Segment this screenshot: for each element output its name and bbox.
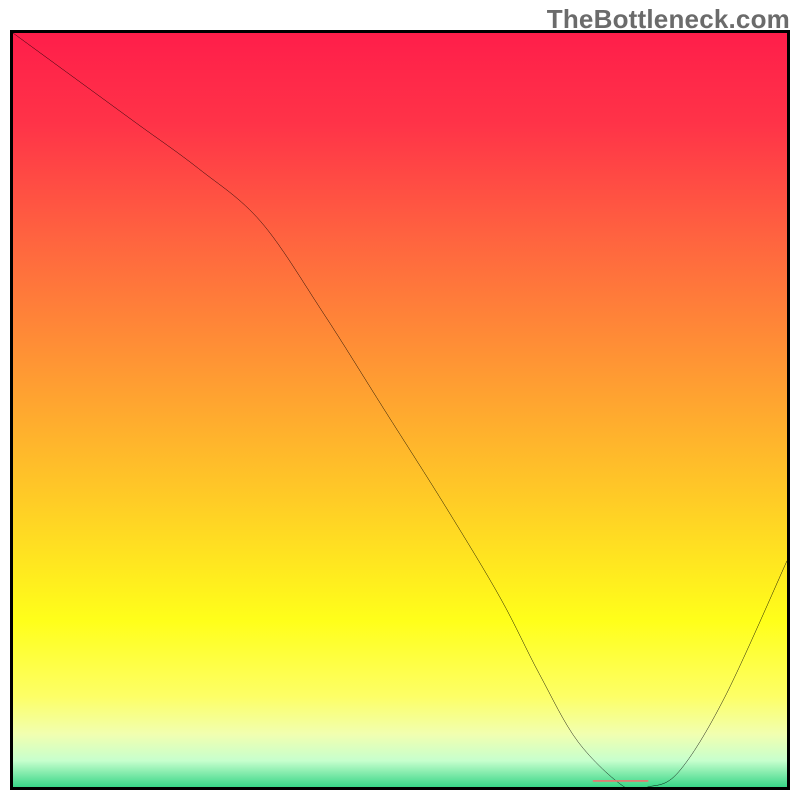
chart-frame: TheBottleneck.com [0,0,800,800]
chart-svg [13,33,787,787]
gradient-rect [13,33,787,787]
plot-area [10,30,790,790]
